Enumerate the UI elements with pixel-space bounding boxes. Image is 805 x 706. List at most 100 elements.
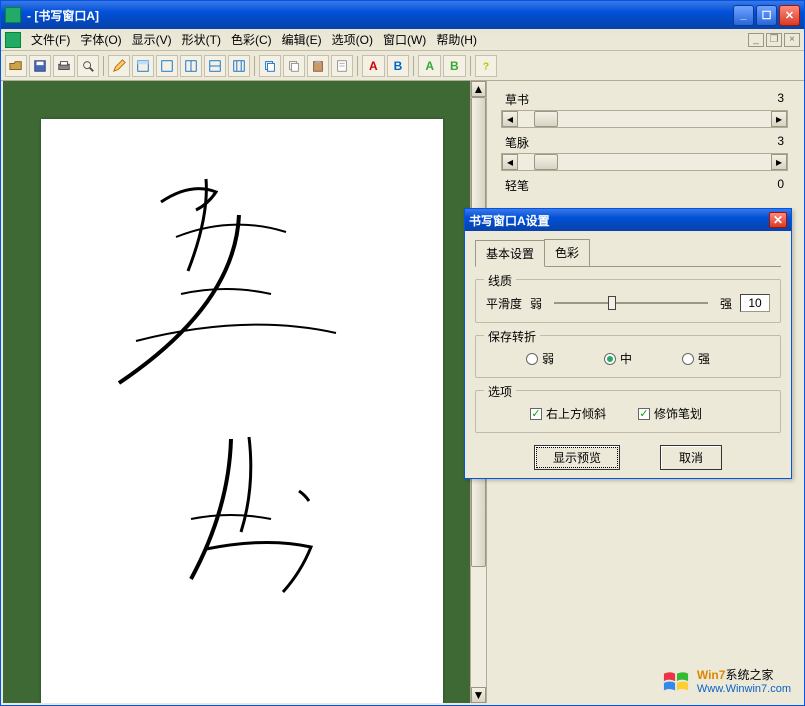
watermark: Win7系统之家 Www.Winwin7.com	[661, 668, 791, 696]
slider-max-label: 强	[720, 295, 732, 312]
prop-row: 笔脉 3 ◂ ▸	[501, 132, 788, 171]
group-keep-turns: 保存转折 弱 中 强	[475, 335, 781, 378]
mdi-controls: _ ❐ ×	[748, 33, 800, 47]
copy-icon[interactable]	[259, 55, 281, 77]
toolbar-separator	[470, 56, 471, 76]
tab-basic[interactable]: 基本设置	[475, 240, 545, 267]
window-controls: _ ☐ ✕	[733, 5, 800, 26]
paper[interactable]	[41, 119, 443, 703]
pencil-icon[interactable]	[108, 55, 130, 77]
menu-help[interactable]: 帮助(H)	[432, 29, 481, 50]
maximize-button[interactable]: ☐	[756, 5, 777, 26]
mdi-icon	[5, 32, 21, 48]
menu-color[interactable]: 色彩(C)	[227, 29, 276, 50]
prop-value: 3	[777, 91, 784, 108]
menu-font[interactable]: 字体(O)	[76, 29, 125, 50]
prop-name: 轻笔	[505, 177, 529, 194]
close-button[interactable]: ✕	[779, 5, 800, 26]
layout1-icon[interactable]	[132, 55, 154, 77]
menu-shape[interactable]: 形状(T)	[178, 29, 225, 50]
tab-color[interactable]: 色彩	[544, 239, 590, 266]
open-icon[interactable]	[5, 55, 27, 77]
slider-left-icon[interactable]: ◂	[502, 111, 518, 127]
group-options: 选项 ✓右上方倾斜 ✓修饰笔划	[475, 390, 781, 433]
mdi-restore-button[interactable]: ❐	[766, 33, 782, 47]
watermark-line1: Win7系统之家	[697, 668, 791, 682]
layout3-icon[interactable]	[180, 55, 202, 77]
slider-thumb[interactable]	[534, 154, 558, 170]
save-icon[interactable]	[29, 55, 51, 77]
toolbar: A B A B ?	[1, 51, 804, 81]
prop-name: 笔脉	[505, 134, 529, 151]
menu-edit[interactable]: 编辑(E)	[278, 29, 326, 50]
dialog-title-bar[interactable]: 书写窗口A设置 ✕	[465, 209, 791, 231]
slider-min-label: 弱	[530, 295, 542, 312]
toolbar-separator	[413, 56, 414, 76]
preview-button[interactable]: 显示预览	[534, 445, 620, 470]
menu-view[interactable]: 显示(V)	[128, 29, 176, 50]
dialog-title: 书写窗口A设置	[469, 212, 550, 229]
menu-file[interactable]: 文件(F)	[27, 29, 74, 50]
radio-mid[interactable]: 中	[604, 350, 632, 367]
preview-icon[interactable]	[77, 55, 99, 77]
title-bar[interactable]: - [书写窗口A] _ ☐ ✕	[1, 1, 804, 29]
scroll-up-icon[interactable]: ▲	[471, 81, 486, 97]
mdi-close-button[interactable]: ×	[784, 33, 800, 47]
window-title: - [书写窗口A]	[27, 7, 733, 24]
menu-window[interactable]: 窗口(W)	[379, 29, 430, 50]
radio-weak[interactable]: 弱	[526, 350, 554, 367]
group-label: 选项	[484, 383, 516, 400]
menu-bar: 文件(F) 字体(O) 显示(V) 形状(T) 色彩(C) 编辑(E) 选项(O…	[1, 29, 804, 51]
label-b-blue[interactable]: B	[387, 55, 410, 77]
copy2-icon[interactable]	[283, 55, 305, 77]
prop-row: 轻笔 0	[501, 175, 788, 196]
label-a-red[interactable]: A	[362, 55, 385, 77]
smoothness-slider[interactable]	[554, 302, 708, 304]
toolbar-separator	[357, 56, 358, 76]
windows-logo-icon	[661, 669, 691, 695]
group-line-quality: 线质 平滑度 弱 强 10	[475, 279, 781, 323]
prop-row: 草书 3 ◂ ▸	[501, 89, 788, 128]
check-tilt[interactable]: ✓右上方倾斜	[530, 405, 606, 422]
cancel-button[interactable]: 取消	[660, 445, 722, 470]
layout4-icon[interactable]	[204, 55, 226, 77]
canvas-viewport[interactable]	[3, 81, 470, 703]
dialog-tabs: 基本设置 色彩	[475, 239, 781, 267]
slider-right-icon[interactable]: ▸	[771, 154, 787, 170]
print-icon[interactable]	[53, 55, 75, 77]
prop-slider[interactable]: ◂ ▸	[501, 110, 788, 128]
label-b-green[interactable]: B	[443, 55, 466, 77]
layout2-icon[interactable]	[156, 55, 178, 77]
scroll-down-icon[interactable]: ▼	[471, 687, 486, 703]
docpage-icon[interactable]	[331, 55, 353, 77]
smoothness-label: 平滑度	[486, 295, 522, 312]
watermark-line2: Www.Winwin7.com	[697, 682, 791, 696]
settings-dialog[interactable]: 书写窗口A设置 ✕ 基本设置 色彩 线质 平滑度 弱 强 10 保存转折 弱 中	[464, 208, 792, 479]
help-icon[interactable]: ?	[475, 55, 497, 77]
app-icon	[5, 7, 21, 23]
prop-slider[interactable]: ◂ ▸	[501, 153, 788, 171]
label-a-green[interactable]: A	[418, 55, 441, 77]
slider-left-icon[interactable]: ◂	[502, 154, 518, 170]
menu-options[interactable]: 选项(O)	[328, 29, 377, 50]
layout5-icon[interactable]	[228, 55, 250, 77]
slider-right-icon[interactable]: ▸	[771, 111, 787, 127]
paste-icon[interactable]	[307, 55, 329, 77]
canvas-pane: ▲ ▼	[3, 81, 487, 703]
radio-strong[interactable]: 强	[682, 350, 710, 367]
prop-value: 0	[777, 177, 784, 194]
slider-thumb[interactable]	[534, 111, 558, 127]
toolbar-separator	[254, 56, 255, 76]
minimize-button[interactable]: _	[733, 5, 754, 26]
svg-text:?: ?	[482, 60, 488, 72]
mdi-minimize-button[interactable]: _	[748, 33, 764, 47]
group-label: 保存转折	[484, 328, 540, 345]
dialog-close-button[interactable]: ✕	[769, 212, 787, 228]
slider-handle[interactable]	[608, 296, 616, 310]
check-decorate[interactable]: ✓修饰笔划	[638, 405, 702, 422]
group-label: 线质	[484, 272, 516, 289]
toolbar-separator	[103, 56, 104, 76]
smoothness-value[interactable]: 10	[740, 294, 770, 312]
prop-value: 3	[777, 134, 784, 151]
calligraphy-drawing	[41, 119, 443, 703]
